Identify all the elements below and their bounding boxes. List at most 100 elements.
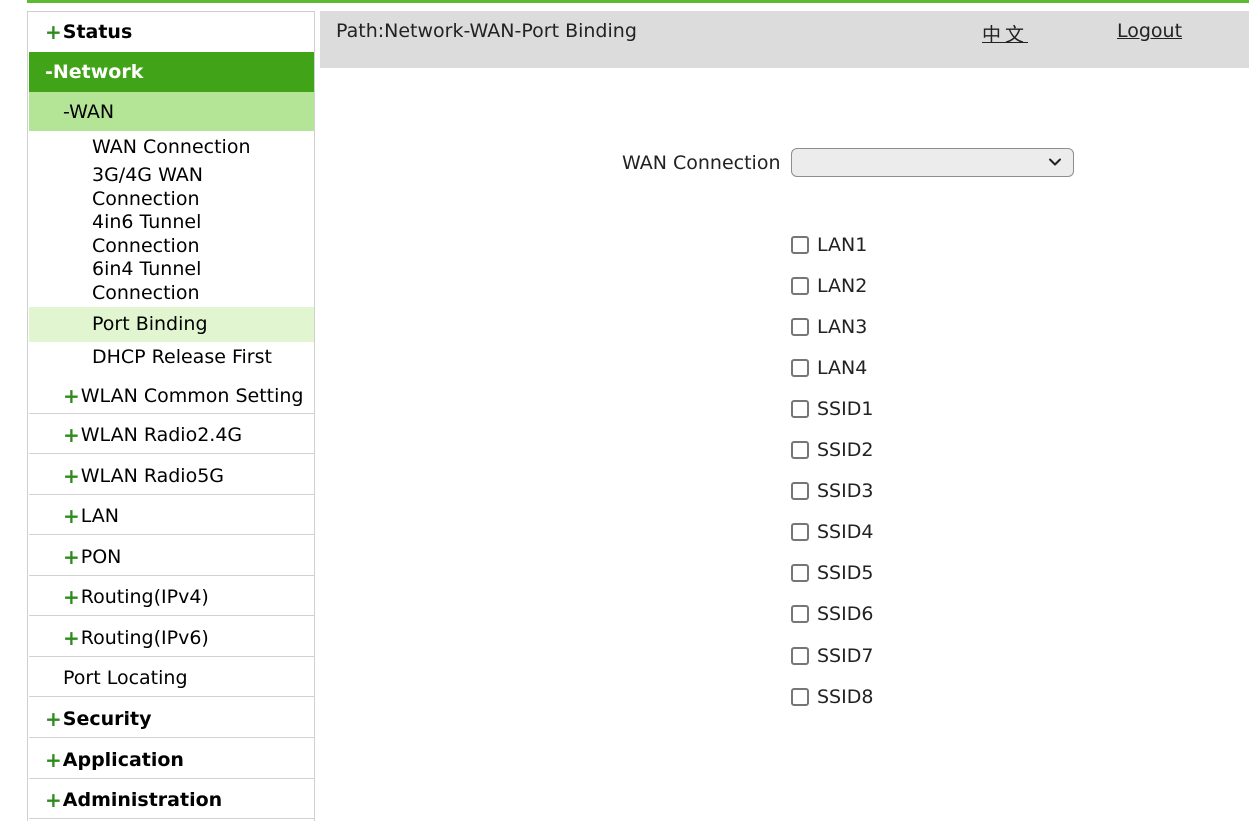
checkbox-label: LAN4 (817, 357, 868, 379)
sidebar-item-label: Status (62, 21, 133, 43)
sidebar-item-application[interactable]: + Application (29, 741, 314, 779)
port-checkbox-ssid2[interactable]: SSID2 (791, 438, 873, 462)
wan-connection-select[interactable] (791, 148, 1074, 177)
logout-link[interactable]: Logout (1117, 20, 1182, 42)
sidebar-item-label: WLAN Radio5G (80, 465, 225, 487)
divider (29, 656, 314, 657)
checkbox[interactable] (791, 605, 809, 623)
checkbox[interactable] (791, 564, 809, 582)
expand-plus-icon: + (63, 464, 80, 488)
expand-plus-icon: + (63, 545, 80, 569)
sidebar-item-status[interactable]: + Status (29, 12, 314, 52)
divider (29, 615, 314, 616)
sidebar-item-pon[interactable]: + PON (29, 538, 314, 576)
checkbox-label: SSID6 (817, 603, 874, 625)
port-checkbox-lan1[interactable]: LAN1 (791, 233, 867, 257)
sidebar-item-port-binding[interactable]: Port Binding (29, 307, 314, 342)
checkbox[interactable] (791, 359, 809, 377)
checkbox-label: SSID5 (817, 562, 874, 584)
checkbox-label: SSID2 (817, 439, 874, 461)
port-checkbox-ssid8[interactable]: SSID8 (791, 685, 873, 709)
checkbox[interactable] (791, 277, 809, 295)
sidebar-item-wlan-radio-24g[interactable]: + WLAN Radio2.4G (29, 416, 314, 454)
expand-plus-icon: + (45, 20, 62, 44)
checkbox[interactable] (791, 688, 809, 706)
sidebar-item-wan[interactable]: -WAN (29, 92, 314, 131)
sidebar-item-wlan-radio-5g[interactable]: + WLAN Radio5G (29, 457, 314, 495)
expand-plus-icon: + (63, 383, 80, 408)
sidebar-item-6in4-tunnel[interactable]: 6in4 Tunnel Connection (29, 258, 314, 305)
checkbox-label: SSID8 (817, 686, 874, 708)
sidebar-item-routing-ipv4[interactable]: + Routing(IPv4) (29, 578, 314, 616)
divider (29, 534, 314, 535)
checkbox-label: LAN3 (817, 316, 868, 338)
sidebar-item-wlan-common-setting[interactable]: + WLAN Common Setting (29, 377, 314, 414)
checkbox[interactable] (791, 318, 809, 336)
sidebar-item-routing-ipv6[interactable]: + Routing(IPv6) (29, 619, 314, 657)
expand-plus-icon: + (45, 707, 62, 731)
port-checkbox-lan3[interactable]: LAN3 (791, 315, 867, 339)
divider (29, 818, 314, 819)
checkbox[interactable] (791, 523, 809, 541)
language-switch-link[interactable]: 中文 (982, 20, 1028, 47)
sidebar-item-lan[interactable]: + LAN (29, 497, 314, 535)
checkbox[interactable] (791, 441, 809, 459)
checkbox-label: SSID1 (817, 398, 874, 420)
port-checkbox-ssid1[interactable]: SSID1 (791, 397, 873, 421)
expand-plus-icon: + (45, 748, 62, 772)
page-header: Path:Network-WAN-Port Binding 中文 Logout (320, 11, 1249, 68)
sidebar-item-label: Routing(IPv4) (80, 586, 209, 608)
checkbox[interactable] (791, 236, 809, 254)
sidebar-item-dhcp-release-first[interactable]: DHCP Release First (29, 344, 314, 372)
divider (29, 413, 314, 414)
port-checkbox-lan4[interactable]: LAN4 (791, 356, 867, 380)
sidebar-item-administration[interactable]: + Administration (29, 781, 314, 819)
checkbox-label: LAN1 (817, 234, 868, 256)
divider (29, 737, 314, 738)
port-checkbox-ssid3[interactable]: SSID3 (791, 479, 873, 503)
divider (29, 494, 314, 495)
divider (29, 575, 314, 576)
divider (29, 453, 314, 454)
sidebar-item-label: WLAN Radio2.4G (80, 424, 243, 446)
sidebar-item-label: DHCP Release First (92, 346, 272, 369)
top-accent-bar (27, 0, 1249, 3)
expand-plus-icon: + (63, 423, 80, 447)
expand-plus-icon: + (63, 585, 80, 609)
sidebar-item-wan-connection[interactable]: WAN Connection (29, 136, 314, 160)
sidebar-item-label: 6in4 Tunnel Connection (92, 258, 202, 304)
sidebar-item-label: -Network (45, 61, 144, 83)
port-checkbox-ssid6[interactable]: SSID6 (791, 602, 873, 626)
sidebar-item-label: 3G/4G WAN Connection (92, 164, 204, 210)
sidebar-item-label: Application (62, 749, 184, 771)
checkbox-label: SSID3 (817, 480, 874, 502)
checkbox-label: SSID7 (817, 645, 874, 667)
chevron-down-icon (1049, 158, 1061, 166)
sidebar-item-label: Port Binding (92, 312, 208, 335)
port-checkbox-lan2[interactable]: LAN2 (791, 274, 867, 298)
port-checkbox-ssid7[interactable]: SSID7 (791, 644, 873, 668)
expand-plus-icon: + (63, 626, 80, 650)
divider (29, 778, 314, 779)
checkbox[interactable] (791, 647, 809, 665)
sidebar-item-network[interactable]: -Network (29, 52, 314, 92)
sidebar-item-label: WLAN Common Setting (80, 384, 304, 407)
sidebar-item-label: LAN (80, 505, 119, 527)
sidebar-item-label: -WAN (63, 100, 115, 123)
sidebar-item-security[interactable]: + Security (29, 700, 314, 738)
checkbox[interactable] (791, 400, 809, 418)
sidebar-item-label: Administration (62, 789, 223, 811)
sidebar-item-4in6-tunnel[interactable]: 4in6 Tunnel Connection (29, 211, 314, 258)
port-checkbox-ssid5[interactable]: SSID5 (791, 561, 873, 585)
sidebar-item-port-locating[interactable]: Port Locating (29, 659, 314, 697)
expand-plus-icon: + (63, 504, 80, 528)
checkbox-label: SSID4 (817, 521, 874, 543)
sidebar-nav: + Status -Network -WAN WAN Connection 3G/… (27, 11, 315, 821)
sidebar-item-3g4g-wan-connection[interactable]: 3G/4G WAN Connection (29, 164, 314, 211)
sidebar-item-label: Security (62, 708, 152, 730)
sidebar-item-label: Routing(IPv6) (80, 627, 209, 649)
checkbox[interactable] (791, 482, 809, 500)
divider (29, 696, 314, 697)
port-checkbox-ssid4[interactable]: SSID4 (791, 520, 873, 544)
sidebar-item-label: PON (80, 546, 122, 568)
